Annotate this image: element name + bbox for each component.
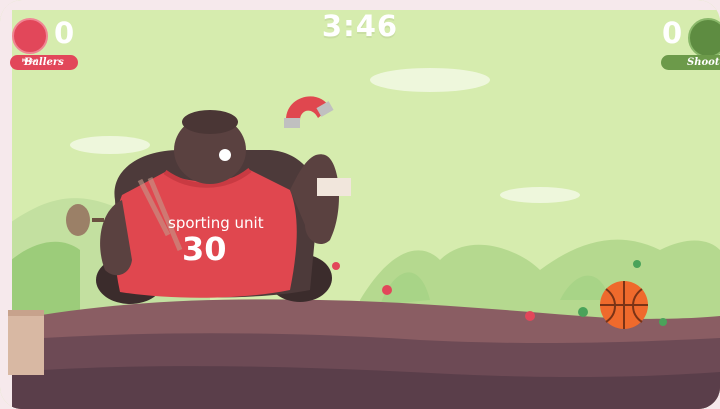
player-character [578,307,588,317]
stone-pillar-top [8,310,44,316]
game-scene [0,0,720,409]
right-team-score: 0 [662,16,683,50]
player-character [525,311,535,321]
left-team-badge: Mascot Ballers [10,55,78,70]
match-timer: 3:46 [321,9,399,43]
player-character [332,262,340,270]
player-character [633,260,641,268]
alligator-icon [688,18,720,58]
right-team-name: Shooters [687,57,720,68]
right-team-badge: Shooters [661,55,720,70]
basketball [600,281,648,329]
cloud [370,68,490,92]
cloud [500,187,580,203]
jersey-number: 30 [182,230,227,268]
boss-eye [219,149,231,161]
left-team-small-label: Mascot [22,58,39,63]
game-viewport: sporting unit 30 0 Mascot Ballers 3:46 0… [0,0,720,409]
stone-pillar [8,310,44,375]
player-character [382,285,392,295]
wristband [317,178,351,196]
player-character [659,318,667,326]
cloud [70,136,150,154]
flying-robot [66,204,90,236]
game-screen: sporting unit 30 0 Mascot Ballers 3:46 0… [0,0,720,409]
